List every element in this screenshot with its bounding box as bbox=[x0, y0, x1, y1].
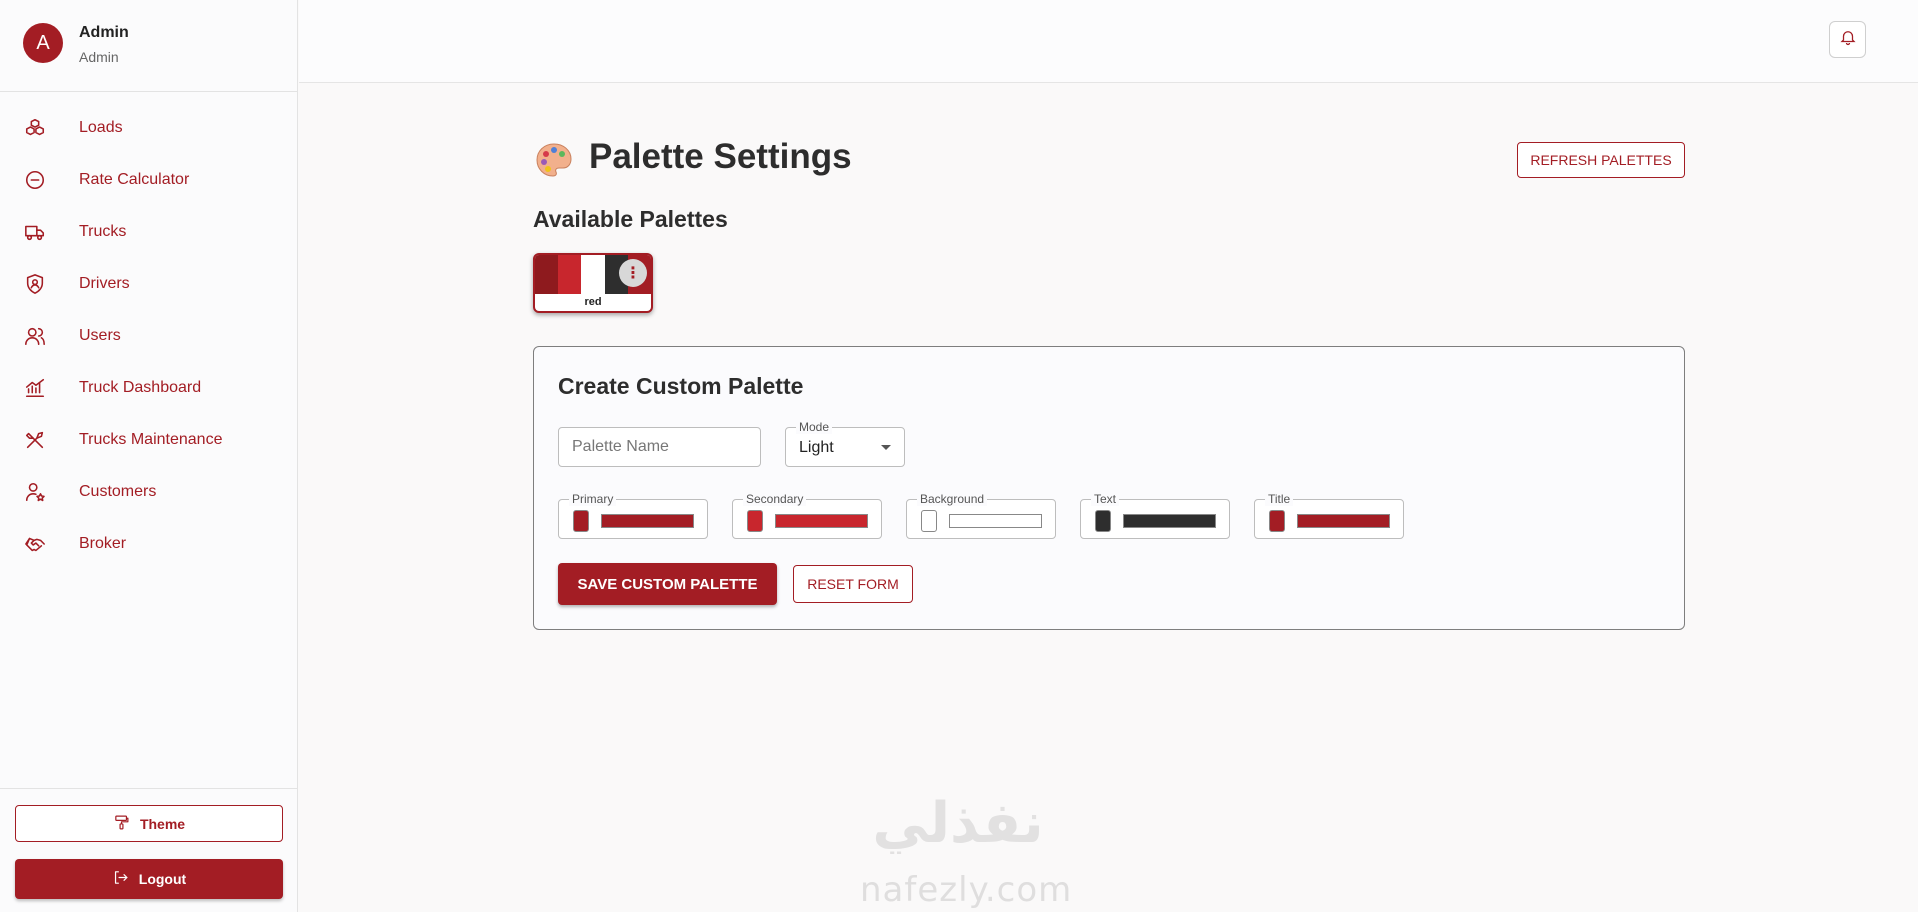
top-bar bbox=[299, 0, 1918, 83]
color-chip bbox=[747, 510, 763, 532]
sidebar-item-broker[interactable]: Broker bbox=[0, 518, 298, 570]
palette-icon bbox=[536, 143, 572, 177]
palette-name-field bbox=[558, 427, 761, 467]
secondary-color-field[interactable]: Secondary bbox=[732, 492, 882, 539]
text-color-field[interactable]: Text bbox=[1080, 492, 1230, 539]
truck-icon bbox=[23, 220, 47, 244]
sidebar-item-users[interactable]: Users bbox=[0, 310, 298, 362]
shield-user-icon bbox=[23, 272, 47, 296]
color-bar bbox=[949, 514, 1042, 528]
avatar[interactable]: A bbox=[23, 23, 63, 63]
available-palettes-title: Available Palettes bbox=[533, 206, 728, 232]
sidebar-item-trucks-maintenance[interactable]: Trucks Maintenance bbox=[0, 414, 298, 466]
refresh-palettes-button[interactable]: REFRESH PALETTES bbox=[1517, 142, 1685, 178]
color-bar bbox=[601, 514, 694, 528]
create-palette-form: Create Custom Palette Mode Light Primary… bbox=[533, 346, 1685, 630]
watermark-text: nafezly.com bbox=[860, 870, 1073, 910]
watermark: نفذلي nafezly.com bbox=[848, 791, 1071, 912]
title-color-field[interactable]: Title bbox=[1254, 492, 1404, 539]
sidebar-item-trucks[interactable]: Trucks bbox=[0, 206, 298, 258]
sidebar-item-label: Trucks bbox=[79, 223, 127, 240]
theme-button[interactable]: Theme bbox=[15, 805, 283, 842]
color-chip bbox=[1269, 510, 1285, 532]
mode-value: Light bbox=[799, 439, 834, 456]
logout-button[interactable]: Logout bbox=[15, 859, 283, 899]
sidebar-item-label: Truck Dashboard bbox=[79, 379, 202, 396]
bell-icon bbox=[1839, 28, 1857, 51]
mode-label: Mode bbox=[796, 420, 833, 434]
user-profile: A Admin Admin bbox=[0, 0, 297, 92]
sidebar-item-drivers[interactable]: Drivers bbox=[0, 258, 298, 310]
chart-line-icon bbox=[23, 376, 47, 400]
tools-icon bbox=[23, 428, 47, 452]
handshake-icon bbox=[23, 532, 47, 556]
more-vert-icon[interactable]: ⋮ bbox=[619, 259, 647, 287]
reset-form-button[interactable]: RESET FORM bbox=[793, 565, 913, 603]
primary-color-field[interactable]: Primary bbox=[558, 492, 708, 539]
logout-button-label: Logout bbox=[138, 871, 187, 887]
color-chip bbox=[921, 510, 937, 532]
page-title: Palette Settings bbox=[589, 137, 852, 176]
sidebar-nav: Loads Rate Calculator Trucks Drivers Use… bbox=[0, 102, 298, 570]
sidebar-item-label: Loads bbox=[79, 119, 123, 136]
title-color-label: Title bbox=[1265, 492, 1294, 506]
watermark-logo: نفذلي bbox=[872, 791, 1043, 854]
color-chip bbox=[1095, 510, 1111, 532]
palette-name: red bbox=[584, 296, 602, 308]
boxes-icon bbox=[23, 116, 47, 140]
logout-icon bbox=[112, 869, 129, 889]
users-icon bbox=[23, 324, 47, 348]
color-bar bbox=[1123, 514, 1216, 528]
sidebar-item-rate-calculator[interactable]: Rate Calculator bbox=[0, 154, 298, 206]
user-star-icon bbox=[23, 480, 47, 504]
dropdown-arrow-icon bbox=[881, 445, 891, 450]
sidebar-item-label: Users bbox=[79, 327, 121, 344]
notifications-button[interactable] bbox=[1829, 21, 1866, 58]
sidebar-item-label: Customers bbox=[79, 483, 157, 500]
sidebar-footer: Theme Logout bbox=[0, 788, 298, 912]
primary-color-label: Primary bbox=[569, 492, 617, 506]
sidebar-item-loads[interactable]: Loads bbox=[0, 102, 298, 154]
color-bar bbox=[775, 514, 868, 528]
palette-swatch bbox=[581, 255, 605, 294]
background-color-field[interactable]: Background bbox=[906, 492, 1056, 539]
sidebar-item-label: Rate Calculator bbox=[79, 171, 190, 188]
color-chip bbox=[573, 510, 589, 532]
calculator-icon bbox=[23, 168, 47, 192]
palette-swatch bbox=[535, 255, 559, 294]
text-color-label: Text bbox=[1091, 492, 1120, 506]
sidebar-item-label: Broker bbox=[79, 535, 127, 552]
mode-select[interactable]: Mode Light bbox=[785, 420, 905, 467]
sidebar-item-label: Trucks Maintenance bbox=[79, 431, 223, 448]
sidebar: A Admin Admin Loads Rate Calculator Truc… bbox=[0, 0, 298, 912]
sidebar-item-customers[interactable]: Customers bbox=[0, 466, 298, 518]
color-bar bbox=[1297, 514, 1390, 528]
sidebar-item-label: Drivers bbox=[79, 275, 130, 292]
user-role: Admin bbox=[79, 49, 119, 65]
paint-roller-icon bbox=[113, 814, 130, 834]
background-color-label: Background bbox=[917, 492, 988, 506]
palette-name-input[interactable] bbox=[559, 428, 760, 466]
user-name: Admin bbox=[79, 24, 129, 41]
sidebar-item-truck-dashboard[interactable]: Truck Dashboard bbox=[0, 362, 298, 414]
palette-swatch bbox=[558, 255, 582, 294]
theme-button-label: Theme bbox=[139, 815, 186, 832]
secondary-color-label: Secondary bbox=[743, 492, 807, 506]
form-title: Create Custom Palette bbox=[558, 373, 804, 399]
palette-card-red[interactable]: red ⋮ bbox=[533, 253, 653, 313]
save-custom-palette-button[interactable]: SAVE CUSTOM PALETTE bbox=[558, 563, 777, 605]
svg-text:نفذلي: نفذلي bbox=[872, 791, 1043, 854]
